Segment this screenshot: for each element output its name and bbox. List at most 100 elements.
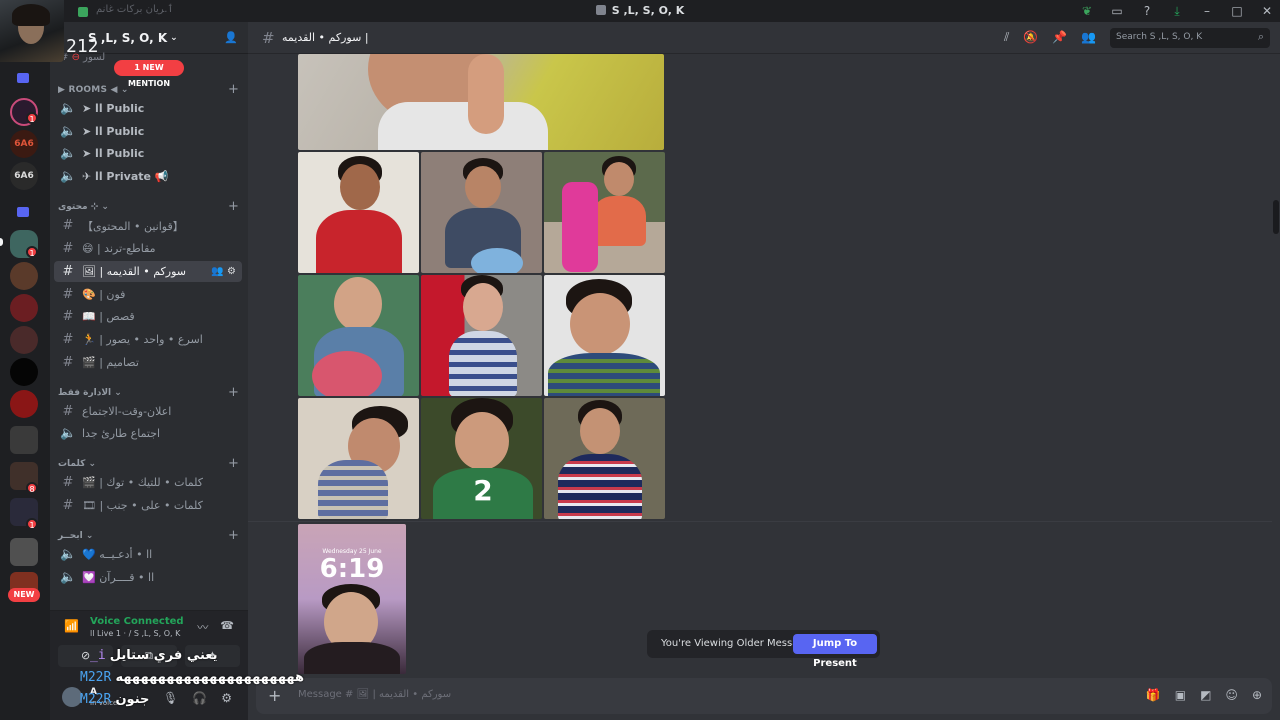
voice-channel[interactable]: 🔈 💟 اا • قــــرآن: [54, 567, 242, 588]
image-attachment[interactable]: [544, 152, 665, 273]
image-attachment[interactable]: [421, 275, 542, 396]
text-channel[interactable]: # 🎬 | تصاميم: [54, 352, 242, 373]
voice-channel[interactable]: 🔈 ➤ اا Public: [54, 121, 242, 142]
speaker-icon: 🔈: [60, 547, 77, 562]
photo-subject: [463, 283, 503, 331]
category-admin[interactable]: الادارة فقط ⌄: [58, 388, 122, 398]
add-channel-icon[interactable]: +: [228, 385, 239, 400]
text-channel[interactable]: # 🎞 | كلمات • على • جنب: [54, 495, 242, 516]
hash-icon: #: [62, 475, 74, 490]
server-icon-a[interactable]: [10, 262, 38, 290]
image-attachment[interactable]: [298, 152, 419, 273]
message-input[interactable]: Message # 🖼 | سوركم • القديمه: [298, 689, 451, 700]
signal-icon[interactable]: 📶: [64, 619, 79, 633]
category-content[interactable]: محتوى ⊹ ⌄: [58, 202, 109, 212]
photo-clothing: [378, 102, 548, 150]
voice-connected-title[interactable]: Voice Connected: [90, 616, 184, 627]
help-icon[interactable]: ?: [1138, 2, 1156, 20]
avatar[interactable]: [62, 687, 82, 707]
voice-connected-subtitle[interactable]: ll Live 1 · / S ,L, S, O, K: [90, 629, 180, 638]
add-channel-icon[interactable]: +: [228, 82, 239, 97]
text-channel[interactable]: # 🎬 | كلمات • للتيك • توك: [54, 472, 242, 493]
text-channel-active[interactable]: # 🖼 | سوركم • القديمه 👥 ⚙: [54, 261, 242, 282]
pin-icon[interactable]: 📌: [1052, 30, 1067, 45]
category-sea[interactable]: ابحــر ⌄: [58, 531, 93, 541]
text-channel[interactable]: # 📖 | قصص: [54, 306, 242, 327]
message-composer[interactable]: + Message # 🖼 | سوركم • القديمه 🎁 ▣ ◩ ☺ …: [256, 678, 1272, 714]
emoji-icon[interactable]: ☺: [1225, 688, 1238, 702]
text-channel[interactable]: # 🏃 | اسرع • واحد • يصور: [54, 329, 242, 350]
folder-icon[interactable]: [17, 207, 29, 217]
server-icon-b[interactable]: [10, 294, 38, 322]
new-badge[interactable]: NEW: [8, 588, 40, 602]
message-scrollbar[interactable]: [1272, 54, 1280, 674]
sticker-icon[interactable]: ◩: [1200, 688, 1211, 702]
add-channel-icon[interactable]: +: [228, 456, 239, 471]
text-channel[interactable]: # 🎨 | فون: [54, 284, 242, 305]
close-icon[interactable]: ✕: [1258, 2, 1276, 20]
category-words[interactable]: كلمات ⌄: [58, 459, 96, 469]
noise-suppression-icon[interactable]: 〰: [197, 619, 208, 635]
server-folder-i[interactable]: [10, 538, 38, 566]
minimize-icon[interactable]: –: [1198, 2, 1216, 20]
image-attachment[interactable]: [298, 275, 419, 396]
server-icon-646-red[interactable]: 6A6: [10, 130, 38, 158]
gift-icon[interactable]: 🎁: [1146, 688, 1161, 702]
voice-channel[interactable]: 🔈 ➤ اا Public: [54, 98, 242, 119]
image-attachment[interactable]: [298, 54, 664, 150]
inbox-icon[interactable]: ▭: [1108, 2, 1126, 20]
apps-icon[interactable]: ⊕: [1252, 688, 1262, 702]
microphone-icon[interactable]: 🎙: [163, 691, 178, 705]
notification-mute-icon[interactable]: 🔕: [1023, 30, 1038, 45]
leaf-icon[interactable]: ❦: [1078, 2, 1096, 20]
user-controls: 🎙 🎧 ⚙: [163, 691, 232, 705]
add-channel-icon[interactable]: +: [228, 199, 239, 214]
lockscreen-time: 6:19: [319, 554, 385, 584]
server-icon-c[interactable]: [10, 326, 38, 354]
attach-plus-icon[interactable]: +: [268, 686, 281, 705]
threads-icon[interactable]: ⫽: [1004, 30, 1009, 45]
stream-chat-line: M22R هههههههههههههههههههههه: [80, 670, 304, 685]
settings-gear-icon[interactable]: ⚙: [221, 691, 232, 705]
headphones-icon[interactable]: 🎧: [192, 691, 207, 705]
image-attachment[interactable]: [421, 152, 542, 273]
image-attachment[interactable]: [544, 398, 665, 519]
server-icon-e[interactable]: [10, 390, 38, 418]
category-rooms[interactable]: ▶ ROOMS ◀ ⌄: [58, 85, 129, 95]
search-input[interactable]: Search S ,L, S, O, K ⌕: [1110, 28, 1270, 48]
invite-icon[interactable]: 👤: [224, 31, 238, 45]
photo-scooter: [562, 182, 598, 272]
new-mention-pill[interactable]: 1 NEW MENTION: [114, 60, 184, 88]
image-attachment[interactable]: [298, 398, 419, 519]
server-folder-f[interactable]: [10, 426, 38, 454]
disconnect-icon[interactable]: ☎: [220, 619, 234, 635]
jump-to-present-button[interactable]: Jump To Present: [793, 634, 877, 669]
text-channel[interactable]: # 【قوانين • المحتوى】: [54, 215, 242, 236]
image-attachment[interactable]: Wednesday 25 June 6:19: [298, 524, 406, 674]
text-channel[interactable]: # 😄 | مقاطع-ترند: [54, 238, 242, 259]
speaker-locked-icon: 🔈: [60, 169, 77, 184]
folder-icon[interactable]: [17, 73, 29, 83]
voice-channel[interactable]: 🔈 اجتماع طارئ جدا: [54, 423, 242, 444]
server-icon-d[interactable]: [10, 358, 38, 386]
maximize-icon[interactable]: □: [1228, 2, 1246, 20]
scrollbar-thumb[interactable]: [1273, 200, 1279, 234]
photo-subject: [334, 277, 382, 331]
speaker-locked-icon: 🔈: [60, 426, 77, 441]
download-icon[interactable]: ⤓: [1168, 2, 1186, 20]
photo-subject: [580, 408, 620, 454]
gif-icon[interactable]: ▣: [1175, 688, 1186, 702]
hash-icon: #: [62, 355, 74, 370]
image-attachment[interactable]: [544, 275, 665, 396]
image-attachment[interactable]: 2: [421, 398, 542, 519]
voice-channel[interactable]: 🔈 ➤ اا Public: [54, 143, 242, 164]
text-channel[interactable]: # اعلان-وقت-الاجتماع: [54, 401, 242, 422]
voice-channel[interactable]: 🔈 ✈ اا Private 📢: [54, 166, 242, 187]
member-list-icon[interactable]: 👥: [1081, 30, 1096, 45]
add-channel-icon[interactable]: +: [228, 528, 239, 543]
hash-locked-icon: #: [62, 404, 74, 419]
photo-clothing: [592, 196, 646, 246]
channel-settings-icon[interactable]: 👥 ⚙: [211, 266, 236, 277]
voice-channel[interactable]: 🔈 💙 اا • أدعـيــه: [54, 544, 242, 565]
server-icon-646[interactable]: 6A6: [10, 162, 38, 190]
